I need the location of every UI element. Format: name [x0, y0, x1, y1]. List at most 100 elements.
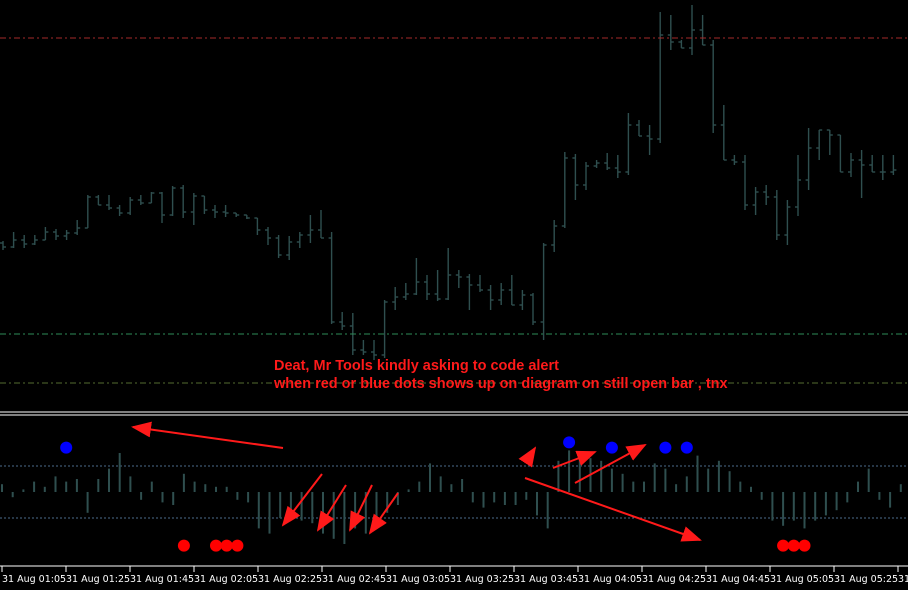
price-bar	[318, 210, 324, 239]
price-bar	[222, 205, 229, 217]
price-bar	[519, 290, 526, 310]
price-bar	[455, 270, 462, 288]
blue-dot	[60, 441, 73, 454]
price-bar	[201, 195, 208, 214]
annotation-line-1: Deat, Mr Tools kindly asking to code ale…	[274, 358, 559, 374]
price-bar	[265, 227, 271, 245]
price-bar	[286, 236, 293, 260]
price-bar	[381, 300, 388, 358]
red-dot	[231, 539, 244, 552]
annotation-arrow	[349, 484, 373, 532]
price-bar	[424, 275, 430, 300]
price-bar	[106, 195, 112, 210]
price-bar	[275, 235, 282, 258]
price-bar	[636, 120, 642, 137]
price-bar	[466, 274, 473, 310]
price-bar	[371, 340, 377, 360]
price-bar	[773, 190, 780, 240]
price-bar	[434, 270, 441, 301]
price-bar	[784, 200, 791, 245]
price-bar	[180, 185, 187, 218]
price-bar	[795, 155, 801, 216]
axis-tick-label: 31 Aug 04:05	[578, 574, 642, 585]
red-dot	[210, 539, 222, 552]
price-bar	[731, 155, 738, 165]
price-bar	[63, 230, 70, 240]
price-bar	[127, 197, 134, 215]
price-bar	[159, 192, 165, 223]
price-bar	[678, 40, 685, 49]
price-bar	[763, 185, 770, 205]
price-bar	[212, 205, 218, 218]
price-bar	[689, 5, 695, 55]
price-bar	[477, 275, 483, 292]
price-bar	[402, 283, 409, 300]
red-dot	[177, 539, 190, 552]
price-bar	[858, 150, 865, 198]
price-bar	[339, 312, 346, 330]
price-bar	[148, 192, 155, 204]
price-bar	[646, 125, 653, 155]
blue-dot	[680, 441, 693, 454]
price-bar	[710, 40, 717, 133]
price-pane[interactable]	[0, 5, 897, 360]
price-bar	[816, 129, 823, 160]
price-bar	[21, 235, 28, 248]
indicator-pane[interactable]	[0, 436, 908, 552]
price-bar	[752, 187, 759, 215]
price-bar	[879, 155, 886, 180]
price-bar	[826, 129, 833, 155]
axis-tick-label: 31 Aug 03:45	[514, 574, 578, 585]
price-bar	[551, 220, 558, 252]
price-level-lines	[0, 37, 908, 384]
price-bar	[625, 113, 632, 175]
axis-tick-label: 31	[898, 574, 908, 585]
price-bar	[53, 229, 59, 240]
axis-tick-label: 31 Aug 04:45	[706, 574, 770, 585]
price-bar	[699, 15, 706, 46]
price-bar	[593, 160, 600, 168]
blue-dot	[659, 441, 672, 454]
axis-tick-label: 31 Aug 02:45	[322, 574, 386, 585]
axis-tick-label: 31 Aug 02:25	[258, 574, 322, 585]
price-bar	[540, 243, 547, 340]
price-bar	[84, 195, 91, 229]
price-bar	[296, 232, 303, 248]
price-bar	[604, 153, 611, 170]
price-bar	[0, 241, 6, 250]
price-bar	[392, 287, 399, 310]
price-bar	[583, 162, 589, 190]
axis-tick-label: 31 Aug 03:05	[386, 574, 450, 585]
annotation-arrow	[131, 421, 284, 449]
price-bar	[561, 152, 568, 228]
price-bar	[74, 220, 81, 235]
price-bar	[742, 155, 748, 210]
price-bar	[413, 258, 420, 295]
axis-tick-label: 31 Aug 02:05	[194, 574, 258, 585]
axis-tick-label: 31 Aug 03:25	[450, 574, 514, 585]
price-bar	[95, 195, 102, 206]
price-bar	[572, 154, 579, 200]
price-bar	[10, 232, 17, 248]
price-bar	[307, 215, 314, 243]
annotation-arrow	[368, 492, 399, 535]
axis-tick-label: 31 Aug 01:25	[66, 574, 130, 585]
red-dot	[798, 539, 811, 552]
price-bar	[31, 235, 38, 245]
trading-chart[interactable]: Deat, Mr Tools kindly asking to code ale…	[0, 0, 908, 590]
chart-window[interactable]: Deat, Mr Tools kindly asking to code ale…	[0, 0, 908, 590]
axis-tick-label: 31 Aug 04:25	[642, 574, 706, 585]
price-bar	[837, 134, 844, 173]
price-bar	[498, 283, 505, 305]
blue-dot	[605, 441, 618, 454]
price-bar	[169, 186, 176, 216]
price-bar	[508, 275, 515, 306]
price-bar	[805, 128, 812, 190]
price-bar	[667, 15, 674, 50]
price-bar	[116, 205, 123, 216]
time-axis: 31 Aug 01:05 31 Aug 01:25 31 Aug 01:45 31 A…	[0, 565, 908, 585]
annotation-line-2: when red or blue dots shows up on diagra…	[273, 376, 728, 392]
axis-tick-label: 31 Aug 01:45	[130, 574, 194, 585]
price-bar	[233, 212, 240, 217]
price-bar	[254, 217, 261, 235]
